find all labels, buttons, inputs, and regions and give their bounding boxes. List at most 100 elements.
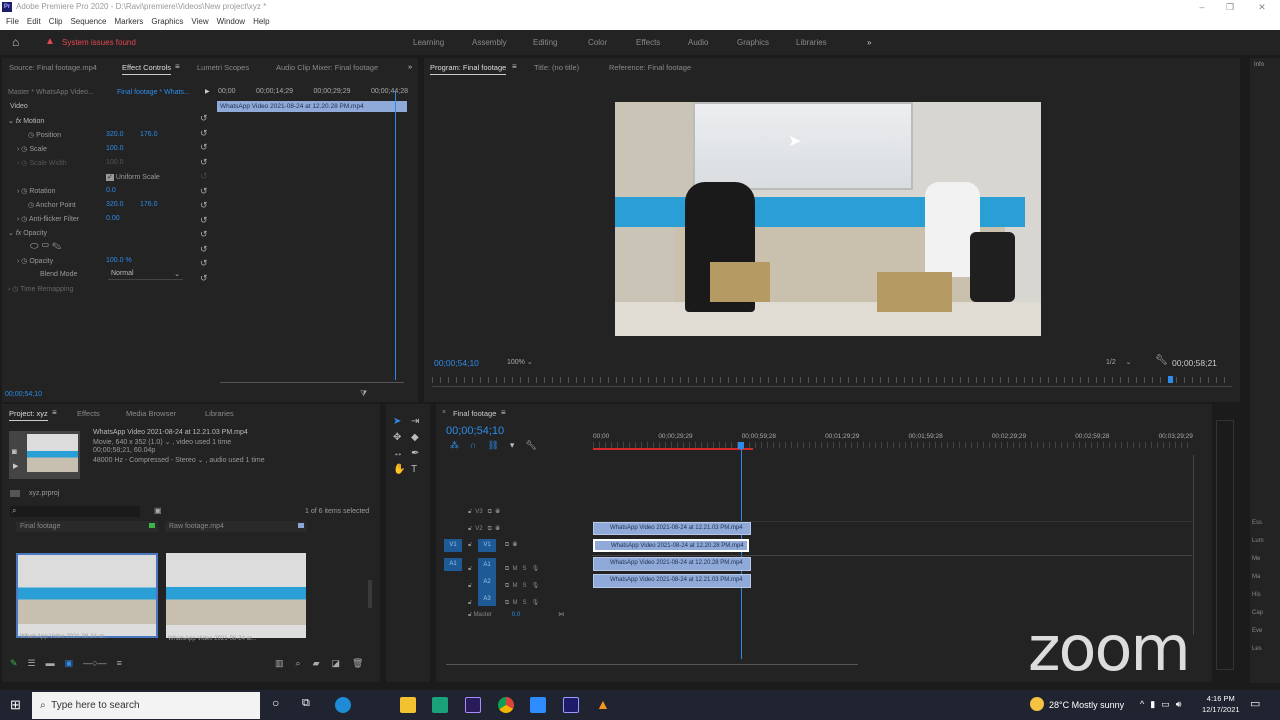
lock-icon[interactable]: 🔓︎ <box>468 612 472 618</box>
workspace-more-button[interactable]: » <box>867 38 871 47</box>
reset-icon[interactable]: ↺ <box>200 229 208 240</box>
system-issues-link[interactable]: System issues found <box>62 38 136 47</box>
sync-lock-icon[interactable]: ⧉ <box>488 526 492 532</box>
premiere-taskbar-icon[interactable] <box>563 697 579 713</box>
project-search-input[interactable]: ⌕ <box>10 506 140 517</box>
ec-zoom-scrollbar[interactable] <box>220 382 404 383</box>
notification-icon[interactable]: ▭ <box>1250 697 1260 710</box>
time-remapping[interactable]: › ◷ Time Remapping <box>8 285 73 293</box>
tab-effects[interactable]: Effects <box>77 409 100 418</box>
timeline-ruler[interactable]: 00;00 00;00;29;29 00;00;59;28 00;01;29;29 00… <box>593 433 1193 440</box>
menu-sequence[interactable]: Sequence <box>70 17 106 26</box>
reset-icon[interactable]: ↺ <box>200 244 208 255</box>
new-bin-icon[interactable]: ▰ <box>313 658 320 669</box>
clip-a1[interactable]: WhatsApp Video 2021-08-24 at 12.20.28 PM… <box>593 557 751 571</box>
workspace-assembly[interactable]: Assembly <box>472 38 507 47</box>
lock-icon[interactable]: 🔓︎ <box>468 542 472 548</box>
taskbar-search-input[interactable]: ⌕ Type here to search <box>32 692 260 719</box>
network-icon[interactable]: ▭ <box>1161 699 1176 709</box>
clock[interactable]: 4:16 PM 12/17/2021 <box>1202 693 1240 715</box>
zoom-slider[interactable]: —○— <box>83 658 106 669</box>
timeline-playhead-handle[interactable] <box>738 442 744 449</box>
find-icon[interactable]: ⌕ <box>296 658 301 669</box>
go-to-edges-icon[interactable]: ⋈ <box>558 612 564 618</box>
info-tab[interactable]: Info <box>1254 62 1264 68</box>
panel-tab-markers[interactable]: Ma <box>1252 574 1264 580</box>
mic-icon[interactable]: 🎙︎ <box>532 583 540 589</box>
position-y-value[interactable]: 176.0 <box>140 131 158 138</box>
menu-help[interactable]: Help <box>253 17 269 26</box>
lock-icon[interactable]: 🔓︎ <box>468 583 472 589</box>
thumbnail-clip-1[interactable]: WhatsApp Video 2021-08-24 at... <box>16 553 158 640</box>
add-marker-icon[interactable]: ▾ <box>510 440 515 451</box>
mathtype-icon[interactable] <box>432 697 448 713</box>
reset-icon[interactable]: ↺ <box>200 273 208 284</box>
sync-lock-icon[interactable]: ⧉ <box>505 566 509 572</box>
pen-tool-icon[interactable]: ✒ <box>411 448 429 459</box>
mute-button[interactable]: M <box>513 600 518 606</box>
sync-lock-icon[interactable]: ⧉ <box>505 583 509 589</box>
workspace-audio[interactable]: Audio <box>688 38 708 47</box>
resolution-select[interactable]: 1/2 ⌄ <box>1106 358 1131 366</box>
mic-icon[interactable]: 🎙︎ <box>532 566 540 572</box>
reset-icon[interactable]: ↺ <box>200 113 208 124</box>
panel-menu-icon[interactable]: ≡ <box>512 62 517 71</box>
type-tool-icon[interactable]: T <box>411 464 429 475</box>
workspace-graphics[interactable]: Graphics <box>737 38 769 47</box>
cortana-icon[interactable]: ○ <box>272 696 279 710</box>
weather-text[interactable]: 28°C Mostly sunny <box>1049 700 1124 710</box>
sort-icon[interactable]: ≡ <box>117 658 122 669</box>
ec-time-ruler[interactable]: 00;00 00;00;14;29 00;00;29;29 00;00;44;28 <box>218 88 408 95</box>
menu-clip[interactable]: Clip <box>49 17 63 26</box>
mic-icon[interactable]: 🎙︎ <box>532 600 540 606</box>
mic-tray-icon[interactable]: ▮ <box>1150 699 1161 709</box>
reset-icon[interactable]: ↺ <box>200 128 208 139</box>
panel-tab-lessons[interactable]: Les <box>1252 646 1264 652</box>
menu-edit[interactable]: Edit <box>27 17 41 26</box>
edge-icon[interactable] <box>335 697 351 713</box>
mute-button[interactable]: M <box>513 566 518 572</box>
after-effects-icon[interactable] <box>465 697 481 713</box>
trash-icon[interactable]: 🗑︎ <box>352 658 363 669</box>
zoom-app-icon[interactable] <box>530 697 546 713</box>
play-arrow-icon[interactable]: ▶ <box>205 88 210 95</box>
razor-tool-icon[interactable]: ◆ <box>411 432 429 443</box>
close-sequence-icon[interactable]: × <box>442 409 446 416</box>
lock-icon[interactable]: 🔓︎ <box>468 509 472 515</box>
linked-selection-icon[interactable]: ⛓︎ <box>487 440 498 451</box>
menu-window[interactable]: Window <box>217 17 245 26</box>
freeform-view-icon[interactable]: ▣ <box>65 658 74 669</box>
menu-markers[interactable]: Markers <box>115 17 144 26</box>
list-view-icon[interactable]: ☰ <box>28 658 36 669</box>
program-video-frame[interactable] <box>615 102 1041 336</box>
thumbnail-clip-2[interactable]: WhatsApp Video 2021-08-24 at... <box>166 553 306 642</box>
program-playhead[interactable] <box>1168 376 1173 383</box>
windows-start-icon[interactable]: ⊞ <box>10 697 21 713</box>
sync-lock-icon[interactable]: ⧉ <box>505 542 509 548</box>
wrench-icon[interactable]: 🔧︎ <box>1155 355 1168 366</box>
reset-icon[interactable]: ↺ <box>200 215 208 226</box>
pen-mask-icon[interactable]: ✎ <box>52 241 61 252</box>
opacity-value[interactable]: 100.0 % <box>106 257 132 264</box>
ripple-edit-icon[interactable]: ✥ <box>393 432 411 443</box>
pencil-icon[interactable]: ✎ <box>10 658 18 669</box>
workspace-color[interactable]: Color <box>588 38 607 47</box>
filter-icon[interactable]: ⧩ <box>360 389 367 399</box>
close-button[interactable]: ✕ <box>1252 0 1272 14</box>
program-zoom-scrollbar[interactable] <box>432 386 1232 390</box>
chevron-up-icon[interactable]: ^ <box>1140 699 1150 709</box>
icon-view-icon[interactable]: ▬ <box>46 658 55 669</box>
track-select-icon[interactable]: ⇥ <box>411 416 429 427</box>
task-view-icon[interactable]: ⧉ <box>302 697 310 710</box>
snap-icon[interactable]: ∩ <box>470 440 476 451</box>
ec-timecode[interactable]: 00;00;54;10 <box>5 391 42 398</box>
workspace-learning[interactable]: Learning <box>413 38 444 47</box>
sync-lock-icon[interactable]: ⧉ <box>505 600 509 606</box>
blend-mode-select[interactable]: Normal ⌄ <box>108 269 183 280</box>
workspace-editing[interactable]: Editing <box>533 38 557 47</box>
clip-a2[interactable]: WhatsApp Video 2021-08-24 at 12.21.03 PM… <box>593 574 751 588</box>
tab-effect-controls[interactable]: Effect Controls <box>122 63 172 75</box>
program-timecode[interactable]: 00;00;54;10 <box>434 358 479 368</box>
new-bin-from-search-icon[interactable]: ▣ <box>154 506 162 515</box>
workspace-libraries[interactable]: Libraries <box>796 38 827 47</box>
